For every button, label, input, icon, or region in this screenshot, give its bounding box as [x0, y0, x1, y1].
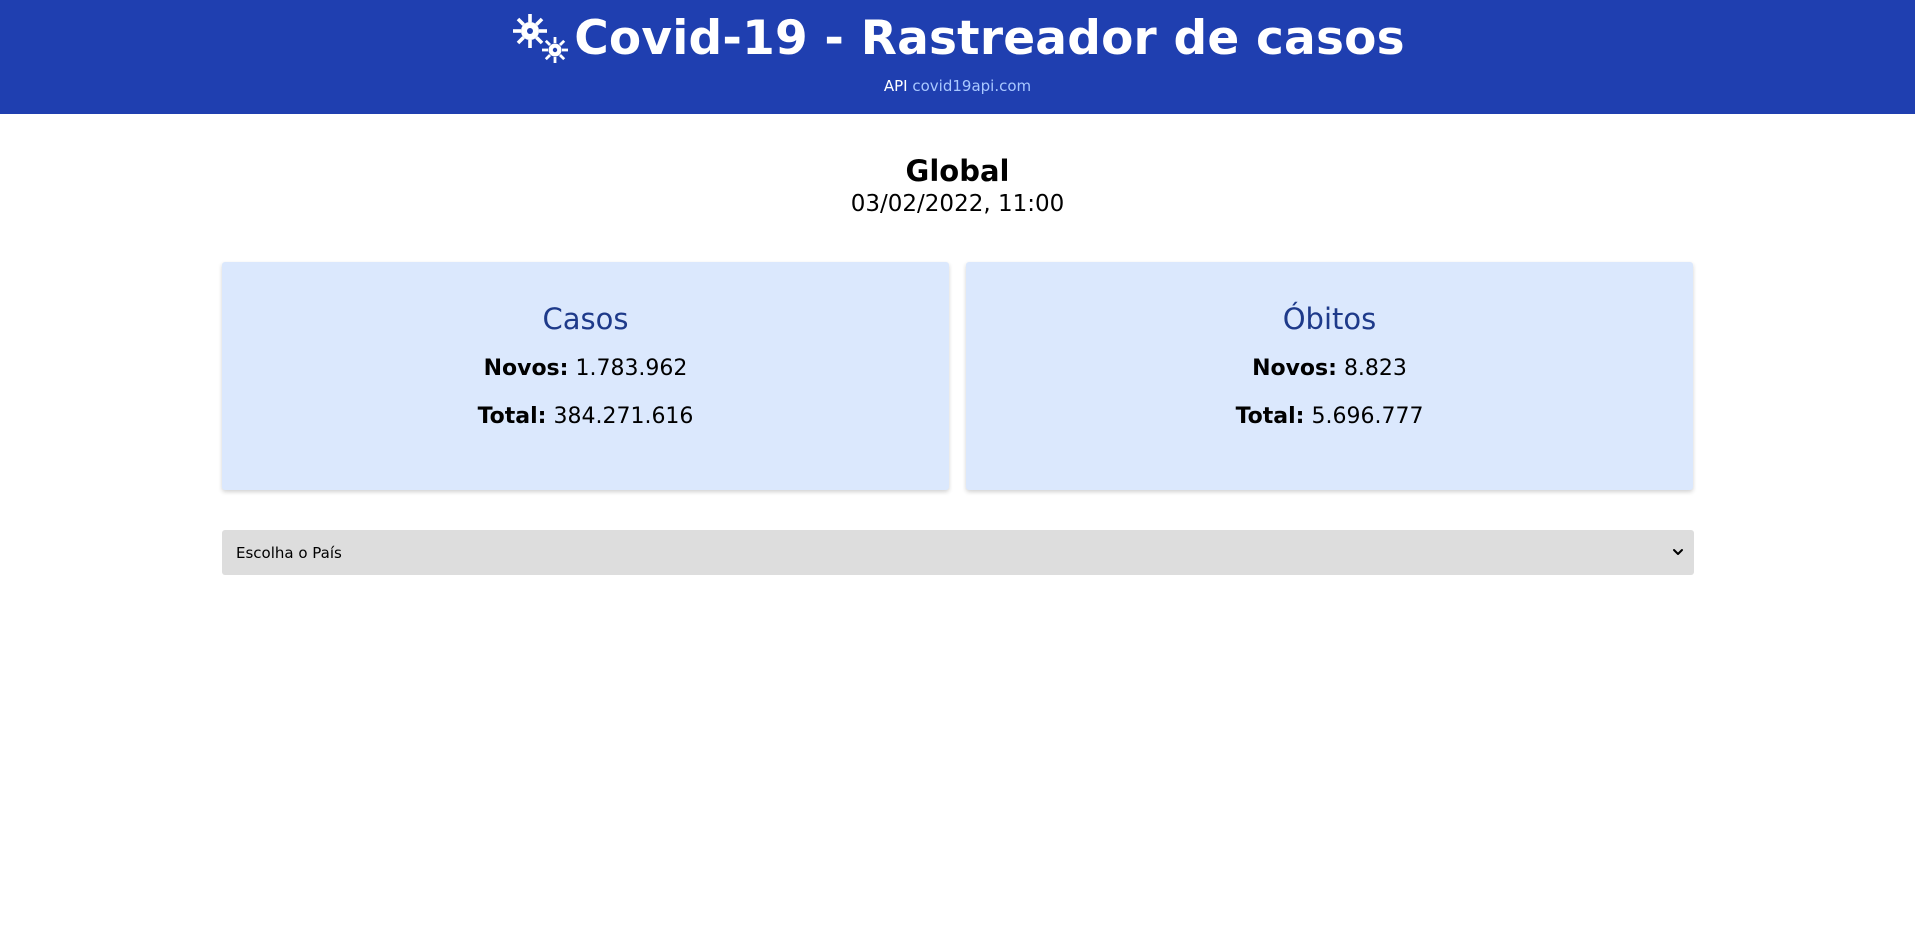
deaths-total: Total: 5.696.777	[966, 402, 1693, 432]
app-title: Covid-19 - Rastreador de casos	[574, 11, 1405, 66]
region-name: Global	[905, 154, 1010, 188]
deaths-new: Novos: 8.823	[966, 354, 1693, 384]
cases-total: Total: 384.271.616	[222, 402, 949, 432]
title-row: Covid-19 - Rastreador de casos	[0, 8, 1915, 70]
deaths-total-value: 5.696.777	[1311, 404, 1424, 429]
deaths-card-title: Óbitos	[1282, 302, 1377, 336]
country-select[interactable]: Escolha o País	[222, 530, 1694, 575]
update-date: 03/02/2022, 11:00	[850, 191, 1065, 217]
country-select-wrapper: Escolha o País	[222, 530, 1694, 575]
deaths-new-value: 8.823	[1343, 356, 1407, 381]
cases-card: Casos Novos: 1.783.962 Total: 384.271.61…	[222, 262, 949, 490]
app-header: Covid-19 - Rastreador de casos API covid…	[0, 0, 1915, 114]
deaths-total-label: Total:	[1235, 404, 1305, 429]
deaths-new-label: Novos:	[1252, 356, 1337, 381]
virus-icon	[510, 11, 572, 67]
cases-new-label: Novos:	[483, 356, 569, 381]
cases-card-title: Casos	[542, 302, 629, 336]
cases-new: Novos: 1.783.962	[222, 354, 949, 384]
api-link[interactable]: covid19api.com	[912, 77, 1031, 95]
cases-total-value: 384.271.616	[553, 404, 694, 429]
region-summary: Global 03/02/2022, 11:00	[0, 151, 1915, 219]
cases-new-value: 1.783.962	[575, 356, 688, 381]
api-credit: API covid19api.com	[0, 75, 1915, 97]
cases-total-label: Total:	[477, 404, 547, 429]
deaths-card: Óbitos Novos: 8.823 Total: 5.696.777	[966, 262, 1693, 490]
api-prefix: API	[883, 77, 908, 95]
